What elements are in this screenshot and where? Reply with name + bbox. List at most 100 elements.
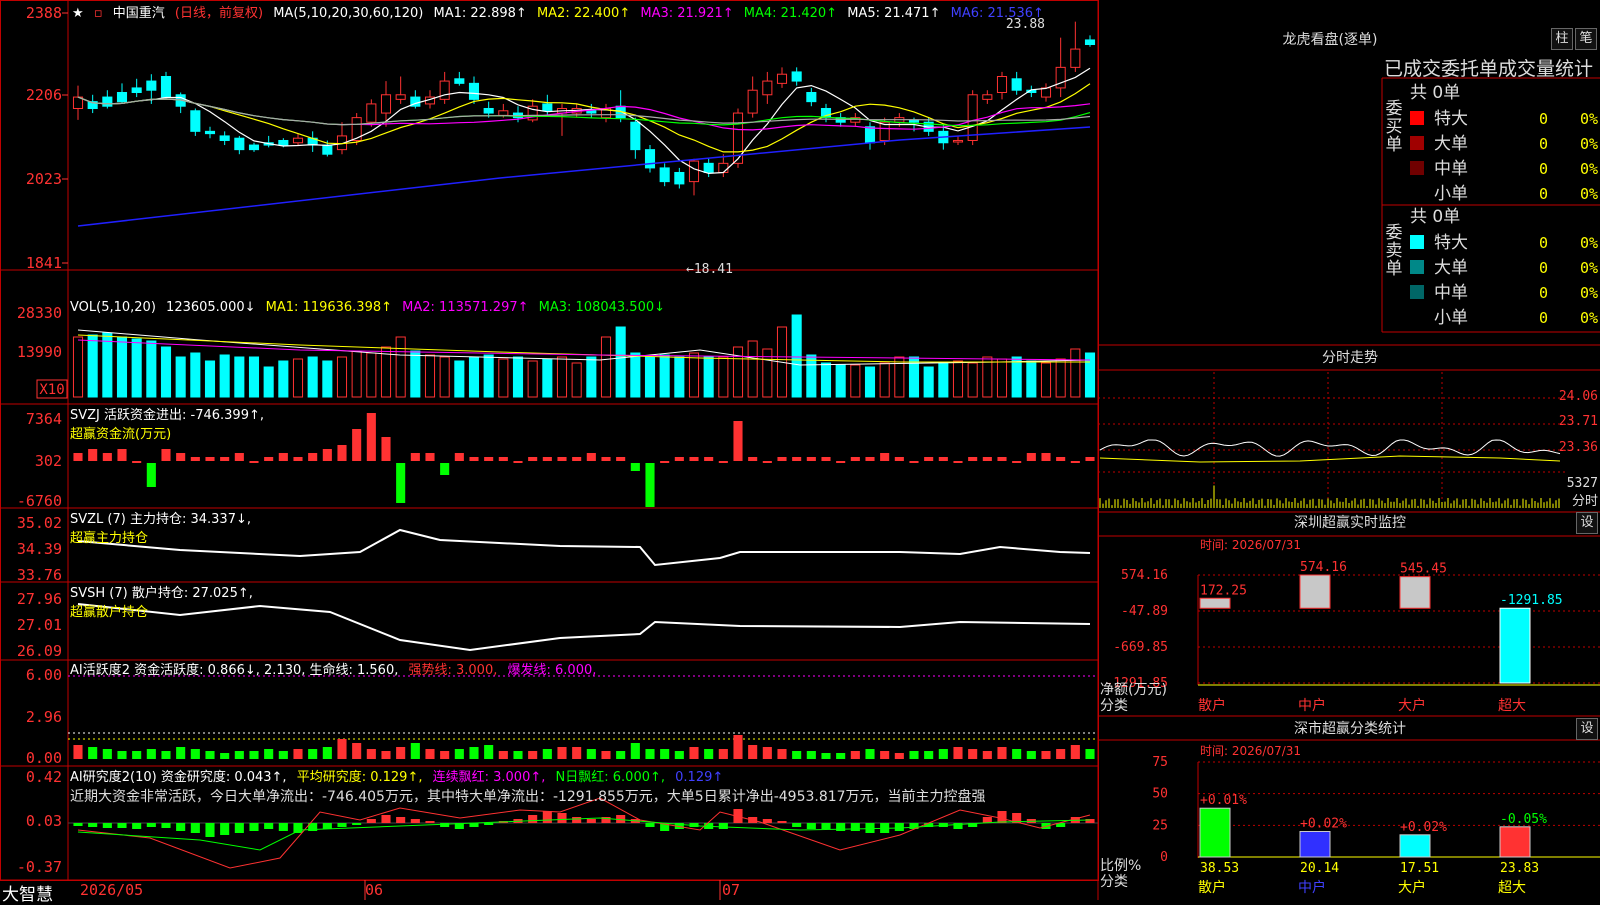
candle[interactable] [967, 94, 978, 141]
monitor-bar[interactable] [1299, 574, 1331, 609]
sell-row-value: 0 [1539, 234, 1548, 252]
candle[interactable] [380, 94, 392, 114]
candle[interactable] [1084, 39, 1096, 46]
class-bar[interactable] [1299, 830, 1331, 858]
buy-side-label: 委 [1386, 99, 1403, 119]
class-settings-button[interactable]: 设 [1576, 718, 1598, 740]
candle[interactable] [439, 80, 450, 100]
candle[interactable] [820, 107, 832, 119]
svzj-bar [850, 457, 860, 461]
candle[interactable] [762, 80, 773, 96]
volume-bar [512, 356, 524, 398]
monitor-bar[interactable] [1399, 576, 1431, 609]
tick-mode-button[interactable]: 笔 [1575, 28, 1597, 50]
candle[interactable] [468, 82, 480, 100]
candle[interactable] [747, 89, 758, 114]
class-tick: 0 [1160, 850, 1168, 865]
candle[interactable] [864, 126, 876, 144]
candle[interactable] [791, 71, 802, 82]
candle[interactable] [248, 144, 260, 151]
ai-active-bar [366, 749, 376, 759]
candle[interactable] [116, 91, 128, 103]
volume-bar [190, 352, 201, 398]
candle[interactable] [146, 80, 157, 91]
buy-swatch [1410, 186, 1424, 200]
candle[interactable] [1070, 48, 1081, 68]
ai-research-tick: -0.37 [17, 858, 62, 876]
bar-mode-button[interactable]: 柱 [1551, 28, 1573, 50]
svzj-bar [293, 457, 303, 461]
candle[interactable] [395, 94, 406, 100]
candle[interactable] [952, 139, 964, 143]
ai-active-bar [102, 749, 112, 759]
candle[interactable] [1011, 78, 1022, 91]
candle[interactable] [366, 103, 377, 123]
volume-bar [820, 362, 832, 398]
candle[interactable] [982, 94, 993, 100]
class-bar[interactable] [1399, 834, 1431, 858]
candle[interactable] [630, 121, 641, 151]
ai-active-bar [264, 749, 274, 759]
class-bar[interactable] [1199, 807, 1231, 858]
candle[interactable] [996, 76, 1008, 93]
monitor-settings-button[interactable]: 设 [1576, 512, 1598, 534]
volume-bar [175, 356, 186, 398]
ai-research-bar [806, 823, 816, 829]
candle[interactable] [131, 87, 142, 93]
candle[interactable] [322, 144, 333, 155]
candle[interactable] [278, 139, 289, 146]
ai-active-bar [762, 747, 772, 759]
candle[interactable] [776, 73, 788, 84]
volume-bar [952, 360, 964, 398]
svzj-bar [1056, 457, 1066, 461]
monitor-bar[interactable] [1499, 607, 1531, 684]
ai-research-bar [586, 819, 596, 823]
candle[interactable] [542, 103, 553, 112]
svzl-tick: 33.76 [17, 566, 62, 584]
candle[interactable] [718, 162, 729, 173]
ai-research-title: AI研究度2(10) 资金研究度: 0.043↑, [70, 770, 287, 785]
candle[interactable] [292, 137, 304, 144]
stock-name[interactable]: 中国重汽 [113, 6, 165, 21]
svzj-bar [1041, 453, 1051, 461]
sell-swatch [1410, 235, 1424, 249]
candle[interactable] [234, 137, 245, 151]
volume-bar [586, 356, 597, 398]
candle[interactable] [703, 162, 714, 173]
class-bar[interactable] [1499, 826, 1531, 858]
candle[interactable] [498, 110, 509, 116]
monitor-bar[interactable] [1199, 597, 1231, 609]
volume-bar [996, 358, 1008, 398]
monitor-tick: -47.89 [1121, 604, 1168, 619]
candle[interactable] [160, 76, 172, 98]
buy-row-value: 0 [1539, 110, 1548, 128]
candle[interactable] [644, 149, 656, 169]
ai-active-bar [836, 753, 846, 759]
class-category: 大户 [1398, 879, 1426, 896]
candle[interactable] [190, 110, 201, 132]
candle[interactable] [454, 78, 465, 84]
candle[interactable] [688, 160, 700, 183]
candle[interactable] [659, 167, 670, 183]
monitor-bar-label: 574.16 [1300, 560, 1347, 575]
ai-active-bar [88, 747, 98, 759]
intraday-tick: 23.71 [1559, 414, 1598, 429]
svzj-bar [777, 457, 787, 461]
chart-mode[interactable]: (日线，前复权) [175, 6, 263, 21]
ai-active-bar [601, 751, 611, 759]
candle[interactable] [102, 96, 113, 107]
chart-canvas[interactable]: 238822062023184123.88←18.412833013990X10… [0, 0, 1600, 900]
svzj-bar [425, 453, 435, 461]
candle[interactable] [219, 135, 230, 141]
svzj-bar [1026, 453, 1036, 461]
ai-active-bar [234, 751, 244, 759]
candle[interactable] [586, 110, 597, 114]
candle[interactable] [806, 91, 817, 103]
ai-active-bar [146, 749, 156, 759]
candle[interactable] [1055, 66, 1066, 89]
candle[interactable] [204, 130, 216, 135]
ai-active-bar [528, 751, 538, 759]
candle[interactable] [674, 171, 685, 185]
candle[interactable] [483, 107, 494, 114]
ai-active-bar [938, 749, 948, 759]
